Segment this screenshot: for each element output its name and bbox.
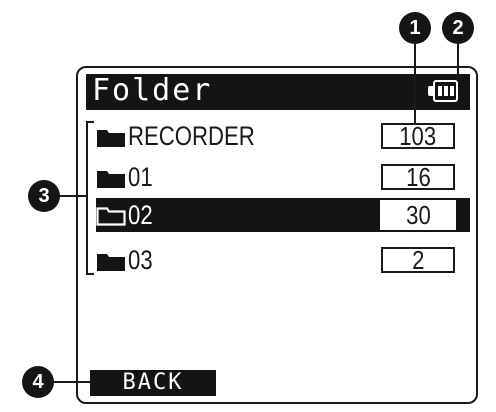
folder-icon [97,254,125,271]
folder-icon [97,130,125,147]
battery-icon [433,80,458,102]
folder-name-03[interactable]: 03 [128,244,153,276]
folder-icon-open [96,207,126,226]
file-count-03: 2 [381,247,455,273]
bracket-3-top [86,121,94,123]
bracket-3-bottom [86,273,94,275]
file-count-01: 16 [381,164,455,190]
device-screen [76,66,478,404]
diagram-stage: Folder RECORDER 103 01 16 02 30 03 2 BAC… [0,0,496,412]
file-count-02: 30 [380,200,456,230]
folder-name-recorder[interactable]: RECORDER [128,120,255,152]
folder-name-01[interactable]: 01 [128,161,153,193]
callout-3: 3 [28,180,60,212]
folder-name-02[interactable]: 02 [128,199,153,231]
leader-line-4 [54,381,90,383]
bracket-3 [86,121,88,275]
folder-icon [97,171,125,188]
file-count-recorder: 103 [381,123,455,149]
callout-1: 1 [399,12,431,44]
callout-4: 4 [22,366,54,398]
leader-line-1 [414,44,416,124]
callout-2: 2 [442,12,474,44]
back-button[interactable]: BACK [90,370,216,396]
screen-title: Folder [92,73,213,108]
leader-line-3 [60,195,88,197]
leader-line-2 [457,44,459,80]
